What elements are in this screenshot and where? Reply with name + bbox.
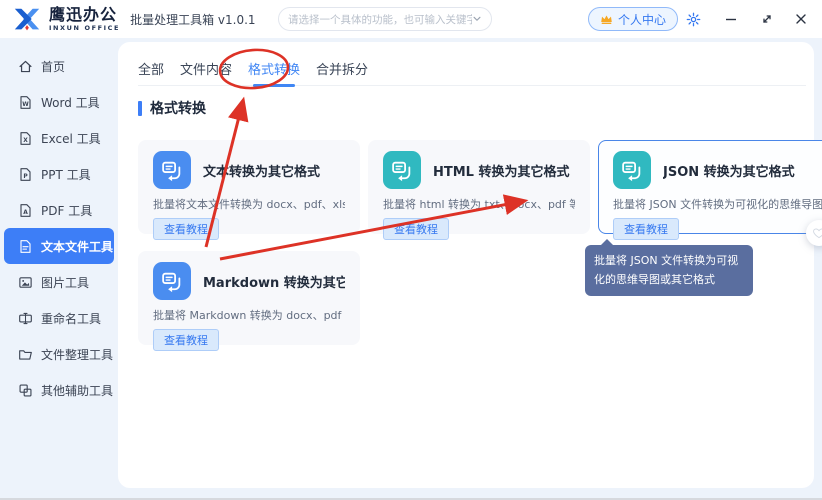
sidebar-item-word[interactable]: W Word 工具	[4, 84, 114, 120]
folder-icon	[18, 347, 33, 362]
section-title-bar	[138, 101, 142, 116]
json-card-tooltip: 批量将 JSON 文件转换为可视化的思维导图或其它格式	[585, 245, 753, 296]
tab-label: 全部	[138, 59, 164, 78]
section-title-text: 格式转换	[150, 98, 206, 118]
sidebar-item-label: Excel 工具	[41, 130, 101, 147]
tab-format-convert[interactable]: 格式转换	[248, 52, 300, 85]
grid-icon	[18, 383, 33, 398]
home-icon	[18, 59, 33, 74]
doc-icon: X	[18, 131, 33, 146]
tool-card-markdown-convert[interactable]: Markdown 转换为其它格式 批量将 Markdown 转换为 docx、p…	[138, 251, 360, 345]
logo-text: 鹰迅办公 INXUN OFFICE	[49, 7, 120, 32]
tool-card-text-convert[interactable]: 文本转换为其它格式 批量将文本文件转换为 docx、pdf、xlsx 等... …	[138, 140, 360, 234]
view-tutorial-button[interactable]: 查看教程	[153, 329, 219, 351]
inxun-logo-icon	[12, 4, 42, 34]
section-title: 格式转换	[138, 98, 206, 118]
sidebar-item-image[interactable]: 图片工具	[4, 264, 114, 300]
tool-card-description: 批量将文本文件转换为 docx、pdf、xlsx 等...	[153, 196, 345, 212]
tool-card-title: 文本转换为其它格式	[203, 161, 320, 180]
view-tutorial-button[interactable]: 查看教程	[383, 218, 449, 240]
app-logo: 鹰迅办公 INXUN OFFICE	[0, 4, 120, 34]
tool-card-title: JSON 转换为其它格式	[663, 161, 795, 180]
crown-icon	[600, 13, 613, 26]
image-icon	[18, 275, 33, 290]
personal-center-label: 个人中心	[618, 11, 666, 28]
minimize-button[interactable]	[721, 9, 741, 29]
personal-center-button[interactable]: 个人中心	[588, 7, 678, 31]
tool-card-header: 文本转换为其它格式	[153, 151, 345, 189]
cards-grid: 文本转换为其它格式 批量将文本文件转换为 docx、pdf、xlsx 等... …	[138, 140, 806, 345]
doc-icon: A	[18, 203, 33, 218]
sidebar-item-label: PPT 工具	[41, 166, 91, 183]
tool-card-description: 批量将 html 转换为 txt、docx、pdf 等格式	[383, 196, 575, 212]
doc-lines-icon	[18, 239, 33, 254]
tab-label: 文件内容	[180, 59, 232, 78]
logo-title: 鹰迅办公	[49, 7, 120, 23]
app-window: 鹰迅办公 INXUN OFFICE 批量处理工具箱 v1.0.1 请选择一个具体…	[0, 0, 822, 500]
sidebar-item-label: 文本文件工具	[41, 238, 113, 255]
sidebar-item-text-file[interactable]: 文本文件工具	[4, 228, 114, 264]
rename-icon	[18, 311, 33, 326]
tool-card-header: JSON 转换为其它格式	[613, 151, 822, 189]
tab-label: 合并拆分	[316, 59, 368, 78]
sidebar-item-label: 图片工具	[41, 274, 89, 291]
tool-card-icon	[153, 151, 191, 189]
doc-icon: W	[18, 95, 33, 110]
sidebar-item-label: PDF 工具	[41, 202, 92, 219]
tab-file-content[interactable]: 文件内容	[180, 52, 232, 85]
app-title: 批量处理工具箱 v1.0.1	[130, 11, 255, 28]
view-tutorial-button[interactable]: 查看教程	[153, 218, 219, 240]
tool-card-description: 批量将 Markdown 转换为 docx、pdf 等格式	[153, 307, 345, 323]
sidebar-nav: 首页 W Word 工具 X Excel 工具 P PPT 工具 A PDF 工…	[0, 38, 118, 500]
tool-card-json-convert[interactable]: JSON 转换为其它格式 批量将 JSON 文件转换为可视化的思维导图... 查…	[598, 140, 822, 234]
close-button[interactable]	[791, 9, 811, 29]
tool-card-icon	[613, 151, 651, 189]
tool-card-header: Markdown 转换为其它格式	[153, 262, 345, 300]
tool-card-html-convert[interactable]: HTML 转换为其它格式 批量将 html 转换为 txt、docx、pdf 等…	[368, 140, 590, 234]
tool-card-title: Markdown 转换为其它格式	[203, 272, 345, 291]
svg-text:P: P	[23, 173, 28, 179]
sidebar-item-pdf[interactable]: A PDF 工具	[4, 192, 114, 228]
sidebar-item-file-organize[interactable]: 文件整理工具	[4, 336, 114, 372]
logo-subtitle: INXUN OFFICE	[49, 25, 120, 32]
tool-card-icon	[153, 262, 191, 300]
sidebar-item-ppt[interactable]: P PPT 工具	[4, 156, 114, 192]
tool-card-title: HTML 转换为其它格式	[433, 161, 570, 180]
category-tabs: 全部 文件内容 格式转换 合并拆分	[138, 52, 806, 86]
chevron-down-icon	[472, 14, 482, 24]
maximize-button[interactable]	[757, 9, 777, 29]
settings-gear-icon[interactable]	[683, 9, 703, 29]
sidebar-item-label: 重命名工具	[41, 310, 101, 327]
tab-all[interactable]: 全部	[138, 52, 164, 85]
tool-card-header: HTML 转换为其它格式	[383, 151, 575, 189]
sidebar-item-label: Word 工具	[41, 94, 100, 111]
favorite-heart-button[interactable]	[806, 220, 822, 246]
sidebar-item-home[interactable]: 首页	[4, 48, 114, 84]
sidebar-item-other[interactable]: 其他辅助工具	[4, 372, 114, 408]
function-search-select[interactable]: 请选择一个具体的功能，也可输入关键字搜索！	[278, 7, 492, 31]
sidebar-item-label: 其他辅助工具	[41, 382, 113, 399]
search-placeholder: 请选择一个具体的功能，也可输入关键字搜索！	[288, 12, 472, 27]
sidebar-item-label: 文件整理工具	[41, 346, 113, 363]
sidebar-item-rename[interactable]: 重命名工具	[4, 300, 114, 336]
svg-text:A: A	[23, 209, 28, 215]
sidebar-item-label: 首页	[41, 58, 65, 75]
svg-text:X: X	[23, 137, 28, 143]
doc-icon: P	[18, 167, 33, 182]
sidebar-item-excel[interactable]: X Excel 工具	[4, 120, 114, 156]
tool-card-icon	[383, 151, 421, 189]
svg-text:W: W	[22, 101, 29, 107]
tab-label: 格式转换	[248, 59, 300, 78]
tooltip-text: 批量将 JSON 文件转换为可视化的思维导图或其它格式	[594, 254, 738, 286]
tool-card-description: 批量将 JSON 文件转换为可视化的思维导图...	[613, 196, 822, 212]
view-tutorial-button[interactable]: 查看教程	[613, 218, 679, 240]
tab-merge-split[interactable]: 合并拆分	[316, 52, 368, 85]
